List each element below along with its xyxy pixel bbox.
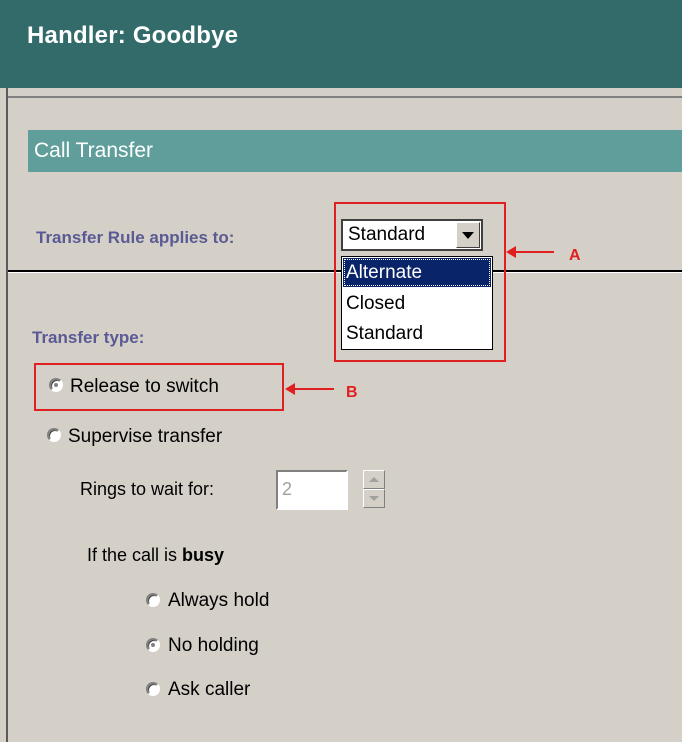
radio-always-hold[interactable] xyxy=(146,593,160,607)
annotation-marker-b: B xyxy=(346,384,358,401)
divider-top xyxy=(8,96,682,98)
radio-always-hold-label[interactable]: Always hold xyxy=(168,590,269,612)
rings-to-wait-value: 2 xyxy=(282,479,293,499)
annotation-arrow-b-line xyxy=(294,388,334,390)
radio-supervise-transfer[interactable] xyxy=(47,428,61,442)
rings-to-wait-label: Rings to wait for: xyxy=(80,479,215,499)
radio-ask-caller[interactable] xyxy=(146,682,160,696)
page-title: Handler: Goodbye xyxy=(27,22,239,49)
annotation-marker-a: A xyxy=(569,247,581,264)
left-border xyxy=(6,88,8,742)
arrow-left-icon xyxy=(506,246,516,258)
arrow-left-icon xyxy=(285,383,295,395)
radio-release-to-switch[interactable] xyxy=(49,378,63,392)
radio-no-holding[interactable] xyxy=(146,638,160,652)
transfer-rule-label: Transfer Rule applies to: xyxy=(36,228,235,247)
rings-to-wait-input[interactable]: 2 xyxy=(276,470,348,510)
radio-ask-caller-label[interactable]: Ask caller xyxy=(168,679,250,701)
section-title: Call Transfer xyxy=(34,139,154,162)
chevron-down-icon xyxy=(369,496,379,501)
rings-spin-down-button[interactable] xyxy=(363,489,385,508)
radio-supervise-transfer-label[interactable]: Supervise transfer xyxy=(68,426,222,448)
transfer-type-label: Transfer type: xyxy=(32,328,145,347)
radio-no-holding-label[interactable]: No holding xyxy=(168,635,259,657)
annotation-arrow-a-line xyxy=(514,251,554,253)
busy-label-prefix: If the call is xyxy=(87,545,183,565)
radio-release-to-switch-label[interactable]: Release to switch xyxy=(70,376,219,398)
rings-spin-up-button[interactable] xyxy=(363,470,385,489)
annotation-box-a xyxy=(334,202,506,362)
busy-label: If the call is busy xyxy=(87,545,224,566)
busy-label-bold: busy xyxy=(182,545,225,565)
chevron-up-icon xyxy=(369,477,379,482)
